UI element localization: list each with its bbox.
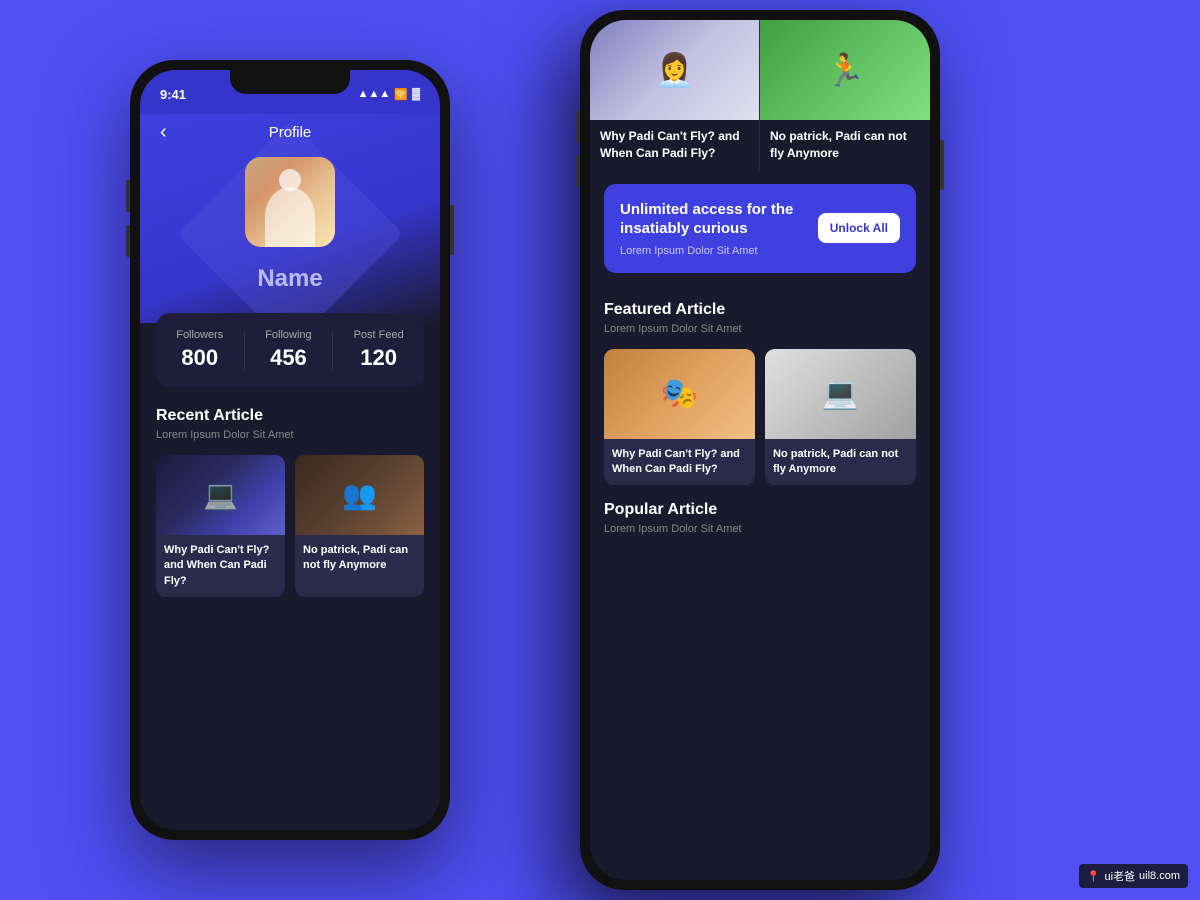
- feed-article-title-2: No patrick, Padi can not fly Anymore: [760, 120, 930, 170]
- feed-article-text-1: Why Padi Can't Fly? and When Can Padi Fl…: [600, 128, 749, 162]
- feed-top-section: Why Padi Can't Fly? and When Can Padi Fl…: [590, 20, 930, 170]
- status-icons: ▲▲▲ 🛜 ▓: [358, 88, 420, 101]
- article-thumb-meeting: [295, 455, 424, 535]
- popular-subtitle: Lorem Ipsum Dolor Sit Amet: [604, 523, 916, 535]
- following-value: 456: [265, 345, 311, 371]
- unlock-all-button[interactable]: Unlock All: [818, 213, 900, 243]
- feed-top-grid: Why Padi Can't Fly? and When Can Padi Fl…: [590, 20, 930, 170]
- left-phone-screen: 9:41 ▲▲▲ 🛜 ▓ ‹ Profile: [140, 70, 440, 830]
- followers-value: 800: [176, 345, 223, 371]
- power-button[interactable]: [450, 205, 454, 255]
- volume-up-button[interactable]: [126, 180, 130, 212]
- right-volume-down-button[interactable]: [576, 155, 580, 187]
- postfeed-label: Post Feed: [354, 329, 404, 341]
- recent-article-subtitle: Lorem Ipsum Dolor Sit Amet: [156, 429, 424, 441]
- featured-body-2: No patrick, Padi can not fly Anymore: [765, 439, 916, 486]
- stat-divider-1: [244, 330, 245, 370]
- battery-icon: ▓: [412, 88, 420, 100]
- volume-down-button[interactable]: [126, 225, 130, 257]
- profile-title: Profile: [269, 124, 312, 141]
- article-text-1: Why Padi Can't Fly? and When Can Padi Fl…: [156, 535, 285, 597]
- featured-title: Featured Article: [604, 301, 916, 319]
- feed-screen: Why Padi Can't Fly? and When Can Padi Fl…: [590, 20, 930, 880]
- featured-thumb-1: [604, 349, 755, 439]
- avatar: [245, 157, 335, 247]
- feed-top-thumb-2: [760, 20, 930, 120]
- featured-card-2[interactable]: No patrick, Padi can not fly Anymore: [765, 349, 916, 486]
- avatar-container: [245, 157, 335, 247]
- promo-text: Unlimited access for the insatiably curi…: [620, 200, 800, 257]
- articles-grid: Why Padi Can't Fly? and When Can Padi Fl…: [156, 455, 424, 597]
- featured-article-text-1: Why Padi Can't Fly? and When Can Padi Fl…: [612, 447, 747, 478]
- back-button[interactable]: ‹: [160, 121, 167, 144]
- article-title-2: No patrick, Padi can not fly Anymore: [303, 543, 416, 574]
- profile-nav: ‹ Profile: [160, 114, 420, 157]
- promo-subtitle: Lorem Ipsum Dolor Sit Amet: [620, 245, 800, 257]
- left-phone: 9:41 ▲▲▲ 🛜 ▓ ‹ Profile: [130, 60, 450, 840]
- wifi-icon: 🛜: [394, 88, 408, 101]
- featured-articles-grid: Why Padi Can't Fly? and When Can Padi Fl…: [604, 349, 916, 486]
- featured-subtitle: Lorem Ipsum Dolor Sit Amet: [604, 323, 916, 335]
- article-thumb-laptop: [156, 455, 285, 535]
- avatar-image: [245, 157, 335, 247]
- popular-title: Popular Article: [604, 501, 916, 519]
- feed-top-col-1[interactable]: Why Padi Can't Fly? and When Can Padi Fl…: [590, 20, 760, 170]
- watermark-icon: 📍: [1087, 870, 1101, 883]
- recent-article-title: Recent Article: [156, 407, 424, 425]
- watermark: 📍 ui老爸 uil8.com: [1079, 864, 1188, 888]
- postfeed-stat: Post Feed 120: [354, 329, 404, 371]
- right-volume-up-button[interactable]: [576, 110, 580, 142]
- signal-icon: ▲▲▲: [358, 88, 391, 100]
- status-time: 9:41: [160, 87, 186, 102]
- featured-card-1[interactable]: Why Padi Can't Fly? and When Can Padi Fl…: [604, 349, 755, 486]
- right-phone: Why Padi Can't Fly? and When Can Padi Fl…: [580, 10, 940, 890]
- article-title-1: Why Padi Can't Fly? and When Can Padi Fl…: [164, 543, 277, 589]
- featured-article-text-2: No patrick, Padi can not fly Anymore: [773, 447, 908, 478]
- stats-card: Followers 800 Following 456 Post Feed 12…: [156, 313, 424, 387]
- featured-body-1: Why Padi Can't Fly? and When Can Padi Fl…: [604, 439, 755, 486]
- feed-top-thumb-1: [590, 20, 759, 120]
- stat-divider-2: [332, 330, 333, 370]
- promo-banner: Unlimited access for the insatiably curi…: [604, 184, 916, 273]
- followers-stat: Followers 800: [176, 329, 223, 371]
- right-power-button[interactable]: [940, 140, 944, 190]
- feed-article-text-2: No patrick, Padi can not fly Anymore: [770, 128, 920, 162]
- recent-articles-section: Recent Article Lorem Ipsum Dolor Sit Ame…: [140, 387, 440, 633]
- profile-header: ‹ Profile Name: [140, 114, 440, 323]
- feed-article-title-1: Why Padi Can't Fly? and When Can Padi Fl…: [590, 120, 759, 170]
- feed-top-col-2[interactable]: No patrick, Padi can not fly Anymore: [760, 20, 930, 170]
- right-phone-screen: Why Padi Can't Fly? and When Can Padi Fl…: [590, 20, 930, 880]
- watermark-text: ui老爸: [1104, 868, 1135, 884]
- featured-thumb-2: [765, 349, 916, 439]
- following-label: Following: [265, 329, 311, 341]
- article-text-2: No patrick, Padi can not fly Anymore: [295, 535, 424, 582]
- promo-headline: Unlimited access for the insatiably curi…: [620, 200, 800, 239]
- article-card-1[interactable]: Why Padi Can't Fly? and When Can Padi Fl…: [156, 455, 285, 597]
- notch: [230, 70, 350, 94]
- followers-label: Followers: [176, 329, 223, 341]
- profile-screen: 9:41 ▲▲▲ 🛜 ▓ ‹ Profile: [140, 70, 440, 830]
- featured-articles-section: Featured Article Lorem Ipsum Dolor Sit A…: [590, 287, 930, 564]
- watermark-url: uil8.com: [1139, 870, 1180, 882]
- article-card-2[interactable]: No patrick, Padi can not fly Anymore: [295, 455, 424, 597]
- postfeed-value: 120: [354, 345, 404, 371]
- following-stat: Following 456: [265, 329, 311, 371]
